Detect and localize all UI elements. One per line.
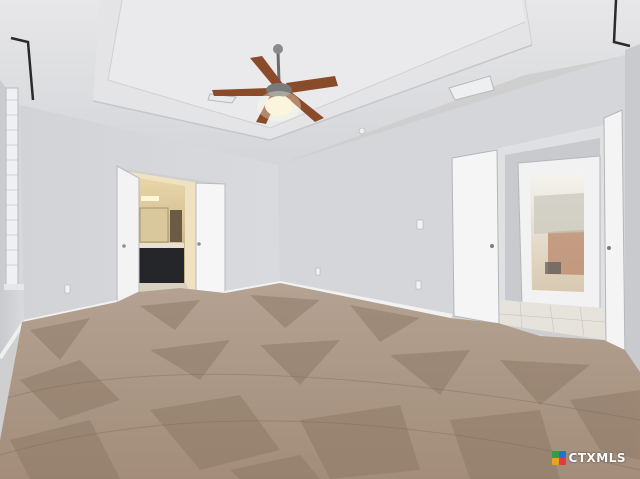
window-blinds [5,87,19,289]
bathroom-shelf [170,210,182,242]
entry-door-left [451,149,500,325]
light-switch [416,219,424,230]
outside-house [534,193,584,234]
bathroom-door-left [116,165,140,315]
bedroom-photo: CTXMLS [0,0,640,479]
vanity-light [141,196,159,201]
bathroom-mirror [139,207,169,243]
bathroom-vanity [139,247,184,283]
bathroom-door-right [195,182,226,298]
mls-logo-icon [551,451,566,465]
outlet [315,267,321,276]
smoke-detector [358,127,366,135]
room-illustration [0,0,640,479]
mls-watermark: CTXMLS [551,451,626,465]
mls-watermark-text: CTXMLS [568,451,626,465]
outlet [64,284,71,294]
outside-object [545,262,561,274]
window-sill [4,284,24,290]
right-edge-wall [625,44,640,372]
entry-door-right [603,109,626,361]
outlet [415,280,422,290]
